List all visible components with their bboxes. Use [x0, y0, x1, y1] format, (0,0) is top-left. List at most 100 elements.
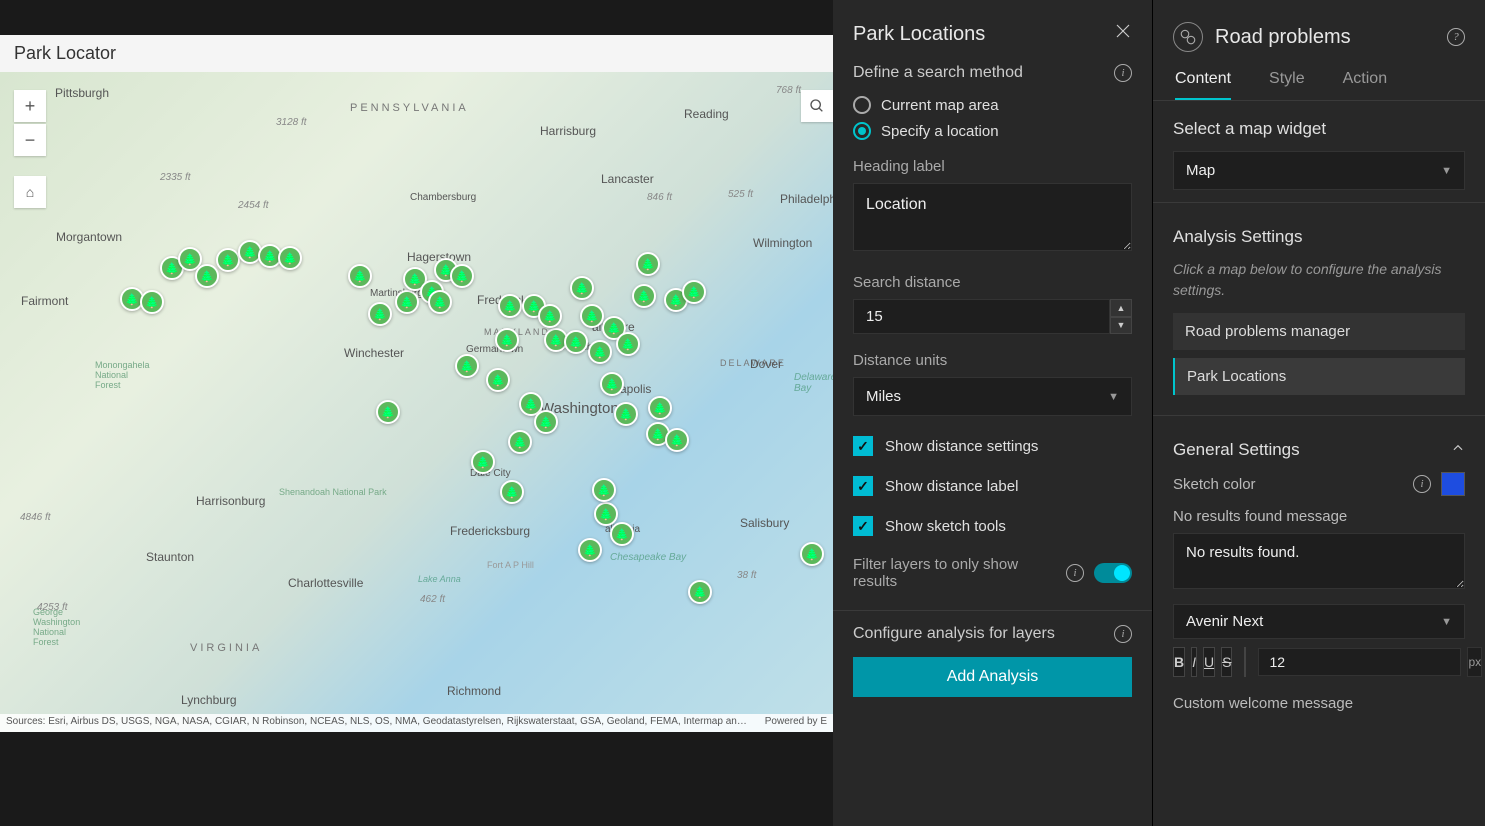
park-marker[interactable] [195, 264, 219, 288]
park-marker[interactable] [348, 264, 372, 288]
info-icon[interactable]: i [1114, 625, 1132, 643]
park-marker[interactable] [594, 502, 618, 526]
park-marker[interactable] [395, 290, 419, 314]
bold-button[interactable]: B [1173, 647, 1185, 677]
city-label: Staunton [146, 550, 194, 564]
distance-units-select[interactable]: Miles ▼ [853, 377, 1132, 416]
add-analysis-button[interactable]: Add Analysis [853, 657, 1132, 697]
italic-button[interactable]: I [1191, 647, 1197, 677]
no-results-input[interactable] [1173, 533, 1465, 589]
park-marker[interactable] [600, 372, 624, 396]
park-marker[interactable] [588, 340, 612, 364]
show-distance-label-checkbox[interactable]: Show distance label [853, 476, 1132, 496]
zoom-out-button[interactable]: − [14, 124, 46, 156]
font-size-input[interactable] [1258, 648, 1461, 676]
home-button[interactable]: ⌂ [14, 176, 46, 208]
map-canvas[interactable]: + − ⌂ PENNSYLVANIA VIRGINIA MARYLAND DEL… [0, 72, 833, 732]
elevation-label: 4253 ft [37, 602, 68, 613]
park-marker[interactable] [682, 280, 706, 304]
show-sketch-tools-checkbox[interactable]: Show sketch tools [853, 516, 1132, 536]
city-label: Charlottesville [288, 576, 363, 590]
help-icon[interactable]: ? [1447, 28, 1465, 46]
select-map-widget-label: Select a map widget [1173, 119, 1465, 139]
park-marker[interactable] [648, 396, 672, 420]
font-size-unit[interactable]: px [1467, 647, 1482, 677]
configure-analysis-label: Configure analysis for layers [853, 625, 1055, 643]
filter-layers-toggle[interactable] [1094, 563, 1132, 583]
park-marker[interactable] [486, 368, 510, 392]
park-marker[interactable] [278, 246, 302, 270]
city-label: Chambersburg [410, 192, 476, 203]
park-marker[interactable] [450, 264, 474, 288]
radio-label: Specify a location [881, 123, 999, 140]
heading-input[interactable] [853, 183, 1132, 251]
attribution-poweredby: Powered by E [765, 716, 827, 730]
heading-label: Heading label [853, 158, 1132, 175]
park-marker[interactable] [508, 430, 532, 454]
park-marker[interactable] [688, 580, 712, 604]
chevron-up-icon[interactable] [1451, 440, 1465, 460]
info-icon[interactable]: i [1413, 475, 1431, 493]
park-marker[interactable] [216, 248, 240, 272]
elevation-label: 4846 ft [20, 512, 51, 523]
checkbox-label: Show distance settings [885, 438, 1038, 455]
info-icon[interactable]: i [1114, 64, 1132, 82]
select-value: Avenir Next [1186, 613, 1263, 630]
park-marker[interactable] [455, 354, 479, 378]
park-marker[interactable] [610, 522, 634, 546]
park-marker[interactable] [471, 450, 495, 474]
park-marker[interactable] [534, 410, 558, 434]
stepper-up-icon[interactable]: ▲ [1110, 299, 1132, 317]
tab-content[interactable]: Content [1175, 70, 1231, 100]
map-widget-select[interactable]: Map ▼ [1173, 151, 1465, 190]
analysis-map-item-selected[interactable]: Park Locations [1173, 358, 1465, 395]
search-distance-stepper[interactable]: ▲ ▼ [1110, 299, 1132, 334]
park-marker[interactable] [632, 284, 656, 308]
tab-action[interactable]: Action [1343, 70, 1387, 100]
park-marker[interactable] [564, 330, 588, 354]
strikethrough-button[interactable]: S [1221, 647, 1232, 677]
sketch-color-swatch[interactable] [1441, 472, 1465, 496]
radio-specify-location[interactable]: Specify a location [853, 122, 1132, 140]
park-marker[interactable] [140, 290, 164, 314]
close-icon[interactable] [1114, 22, 1132, 46]
info-icon[interactable]: i [1066, 564, 1084, 582]
show-distance-settings-checkbox[interactable]: Show distance settings [853, 436, 1132, 456]
park-marker[interactable] [500, 480, 524, 504]
park-marker[interactable] [428, 290, 452, 314]
park-marker[interactable] [495, 328, 519, 352]
park-marker[interactable] [498, 294, 522, 318]
park-marker[interactable] [578, 538, 602, 562]
search-distance-input[interactable] [853, 299, 1110, 334]
city-label: Fairmont [21, 294, 68, 308]
map-search-button[interactable] [801, 90, 833, 122]
park-marker[interactable] [800, 542, 824, 566]
underline-button[interactable]: U [1203, 647, 1215, 677]
search-distance-label: Search distance [853, 274, 1132, 291]
label-state: VIRGINIA [190, 642, 262, 654]
park-marker[interactable] [570, 276, 594, 300]
radio-current-map-area[interactable]: Current map area [853, 96, 1132, 114]
tab-style[interactable]: Style [1269, 70, 1305, 100]
text-color-button[interactable] [1244, 647, 1246, 677]
park-marker[interactable] [614, 402, 638, 426]
stepper-down-icon[interactable]: ▼ [1110, 317, 1132, 335]
font-family-select[interactable]: Avenir Next ▼ [1173, 604, 1465, 639]
park-marker[interactable] [368, 302, 392, 326]
park-marker[interactable] [665, 428, 689, 452]
park-marker[interactable] [580, 304, 604, 328]
city-label: Winchester [344, 346, 404, 360]
park-marker[interactable] [636, 252, 660, 276]
city-label: Pittsburgh [55, 86, 109, 100]
map-area: Park Locator + − ⌂ PENNSYLVANIA VIRGINIA… [0, 0, 833, 826]
city-label: Morgantown [56, 230, 122, 244]
park-marker[interactable] [376, 400, 400, 424]
park-marker[interactable] [616, 332, 640, 356]
widget-settings-panel: Road problems ? Content Style Action Sel… [1153, 0, 1485, 826]
analysis-map-item[interactable]: Road problems manager [1173, 313, 1465, 350]
zoom-in-button[interactable]: + [14, 90, 46, 122]
park-marker[interactable] [592, 478, 616, 502]
checkbox-label: Show sketch tools [885, 518, 1006, 535]
park-label: Shenandoah National Park [279, 487, 387, 497]
park-marker[interactable] [538, 304, 562, 328]
